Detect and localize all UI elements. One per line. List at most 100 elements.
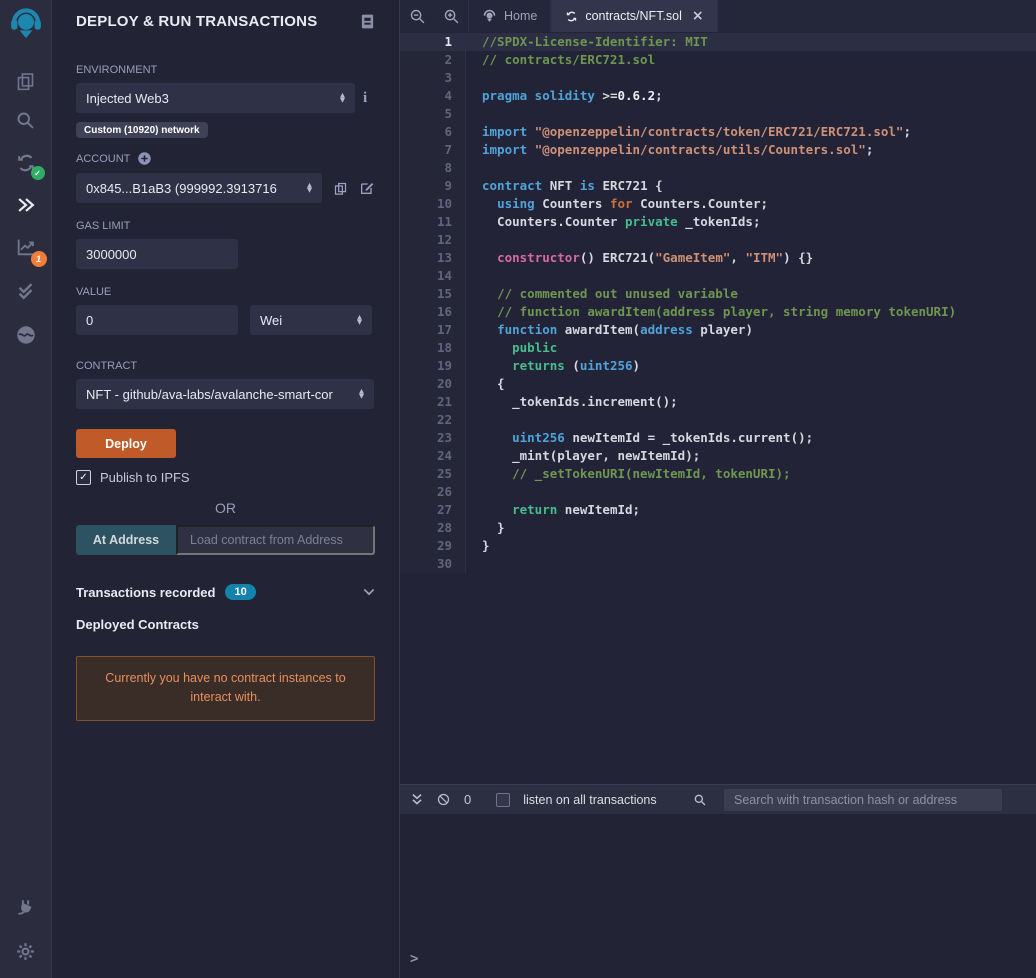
zoom-out-icon[interactable] (400, 0, 434, 32)
deploy-run-panel: DEPLOY & RUN TRANSACTIONS ENVIRONMENT In… (52, 0, 400, 978)
no-instances-alert: Currently you have no contract instances… (76, 656, 375, 721)
code-line: 8 (400, 159, 1036, 177)
environment-select[interactable]: Injected Web3 ▲ ▼ (76, 83, 355, 113)
panel-title: DEPLOY & RUN TRANSACTIONS (76, 13, 318, 30)
tab-home[interactable]: Home (468, 0, 552, 32)
zoom-in-icon[interactable] (434, 0, 468, 32)
code-line: 4 pragma solidity >=0.6.2; (400, 87, 1036, 105)
code-line: 18 public (400, 339, 1036, 357)
code-editor[interactable]: 1//SPDX-License-Identifier: MIT 2// contr… (400, 32, 1036, 784)
code-line: 16 // function awardItem(address player,… (400, 303, 1036, 321)
code-line: 9 contract NFT is ERC721 { (400, 177, 1036, 195)
code-line: 15 // commented out unused variable (400, 285, 1036, 303)
deployed-contracts-heading: Deployed Contracts (76, 617, 199, 632)
environment-value: Injected Web3 (86, 90, 169, 106)
transactions-recorded-toggle[interactable]: Transactions recorded 10 (76, 584, 375, 600)
analytics-count-badge: 1 (30, 251, 47, 267)
code-line: 19 returns (uint256) (400, 357, 1036, 375)
transactions-recorded-label: Transactions recorded (76, 584, 216, 600)
code-lines: 1//SPDX-License-Identifier: MIT 2// contr… (400, 33, 1036, 573)
gas-limit-input[interactable] (76, 239, 238, 269)
tab-nft-sol[interactable]: contracts/NFT.sol × (551, 0, 718, 32)
at-address-button[interactable]: At Address (76, 525, 176, 555)
code-line: 30 (400, 555, 1036, 573)
solidity-compiler-icon[interactable]: ✓ (13, 150, 45, 180)
environment-info-icon[interactable]: i (363, 90, 367, 107)
solidity-file-icon (567, 11, 577, 21)
code-line: 13 constructor() ERC721("GameItem", "ITM… (400, 249, 1036, 267)
edit-account-icon[interactable] (359, 180, 375, 196)
value-unit: Wei (260, 312, 283, 328)
contract-label: CONTRACT (76, 360, 138, 372)
code-line: 5 (400, 105, 1036, 123)
listen-transactions-checkbox[interactable] (496, 792, 511, 807)
network-badge: Custom (10920) network (76, 122, 208, 138)
select-arrows-icon: ▲ ▼ (359, 386, 364, 400)
contract-select[interactable]: NFT - github/ava-labs/avalanche-smart-co… (76, 379, 374, 409)
publish-ipfs-checkbox[interactable]: ✓ (76, 470, 91, 485)
terminal-search-input[interactable] (724, 788, 1002, 811)
chevron-down-icon[interactable] (363, 588, 375, 596)
file-explorer-icon[interactable] (13, 68, 39, 94)
publish-ipfs-label: Publish to IPFS (100, 470, 190, 485)
code-line: 17 function awardItem(address player) (400, 321, 1036, 339)
remix-ide-window: ✓ 1 DEPLOY & RUN TRANSACTIONS ENVIRONMEN… (0, 0, 1036, 978)
documentation-book-icon[interactable] (360, 13, 375, 30)
code-line: 22 (400, 411, 1036, 429)
terminal-prompt: > (410, 951, 419, 967)
code-line: 21 _tokenIds.increment(); (400, 393, 1036, 411)
at-address-input[interactable] (176, 525, 375, 555)
select-arrows-icon: ▲ ▼ (357, 312, 362, 326)
code-line: 3 (400, 69, 1036, 87)
pending-tx-count: 0 (464, 792, 472, 807)
code-line: 26 (400, 483, 1036, 501)
code-line: 25 // _setTokenURI(newItemId, tokenURI); (400, 465, 1036, 483)
settings-gear-icon[interactable] (13, 938, 39, 964)
terminal-collapse-icon[interactable] (411, 793, 423, 806)
terminal-toolbar: 0 listen on all transactions (400, 784, 1036, 814)
remix-logo-icon (8, 6, 44, 42)
compiler-success-badge: ✓ (30, 166, 45, 180)
tab-label: Home (504, 9, 538, 23)
icon-sidebar: ✓ 1 (0, 0, 52, 978)
select-arrows-icon: ▲ ▼ (340, 90, 345, 104)
account-select[interactable]: 0x845...B1aB3 (999992.3913716 ▲ ▼ (76, 173, 322, 203)
tab-label: contracts/NFT.sol (585, 9, 682, 23)
contract-value: NFT - github/ava-labs/avalanche-smart-co… (86, 386, 333, 402)
account-value: 0x845...B1aB3 (999992.3913716 (86, 180, 277, 196)
deploy-and-run-icon[interactable] (13, 192, 39, 218)
code-line: 29} (400, 537, 1036, 555)
value-unit-select[interactable]: Wei ▲ ▼ (250, 305, 372, 335)
code-line: 2// contracts/ERC721.sol (400, 51, 1036, 69)
or-divider: OR (215, 500, 236, 516)
static-analysis-icon[interactable] (13, 278, 39, 304)
select-arrows-icon: ▲ ▼ (307, 180, 312, 194)
terminal-search-icon (693, 793, 707, 807)
add-account-icon[interactable] (137, 151, 152, 166)
code-line: 7 import "@openzeppelin/contracts/utils/C… (400, 141, 1036, 159)
copy-account-icon[interactable] (333, 181, 348, 196)
clear-console-icon[interactable] (436, 792, 451, 807)
value-label: VALUE (76, 286, 112, 298)
terminal-output[interactable]: > (400, 814, 1036, 978)
account-label: ACCOUNT (76, 151, 375, 166)
search-icon[interactable] (13, 107, 39, 133)
environment-label: ENVIRONMENT (76, 64, 158, 76)
code-line: 12 (400, 231, 1036, 249)
home-remix-icon (483, 9, 496, 22)
code-line: 14 (400, 267, 1036, 285)
editor-tabbar: Home contracts/NFT.sol × (400, 0, 1036, 32)
analytics-icon[interactable]: 1 (13, 234, 47, 267)
gas-limit-label: GAS LIMIT (76, 220, 131, 232)
code-line: 1//SPDX-License-Identifier: MIT (400, 33, 1036, 51)
debugger-icon[interactable] (13, 322, 39, 348)
code-line: 24 _mint(player, newItemId); (400, 447, 1036, 465)
plugin-manager-icon[interactable] (13, 895, 39, 921)
listen-transactions-label: listen on all transactions (523, 792, 657, 807)
deploy-button[interactable]: Deploy (76, 429, 176, 458)
value-input[interactable] (76, 305, 238, 335)
code-line: 28 } (400, 519, 1036, 537)
close-tab-icon[interactable]: × (692, 8, 704, 24)
transactions-count-badge: 10 (225, 584, 256, 600)
main-area: Home contracts/NFT.sol × 1//SPDX-License… (400, 0, 1036, 978)
